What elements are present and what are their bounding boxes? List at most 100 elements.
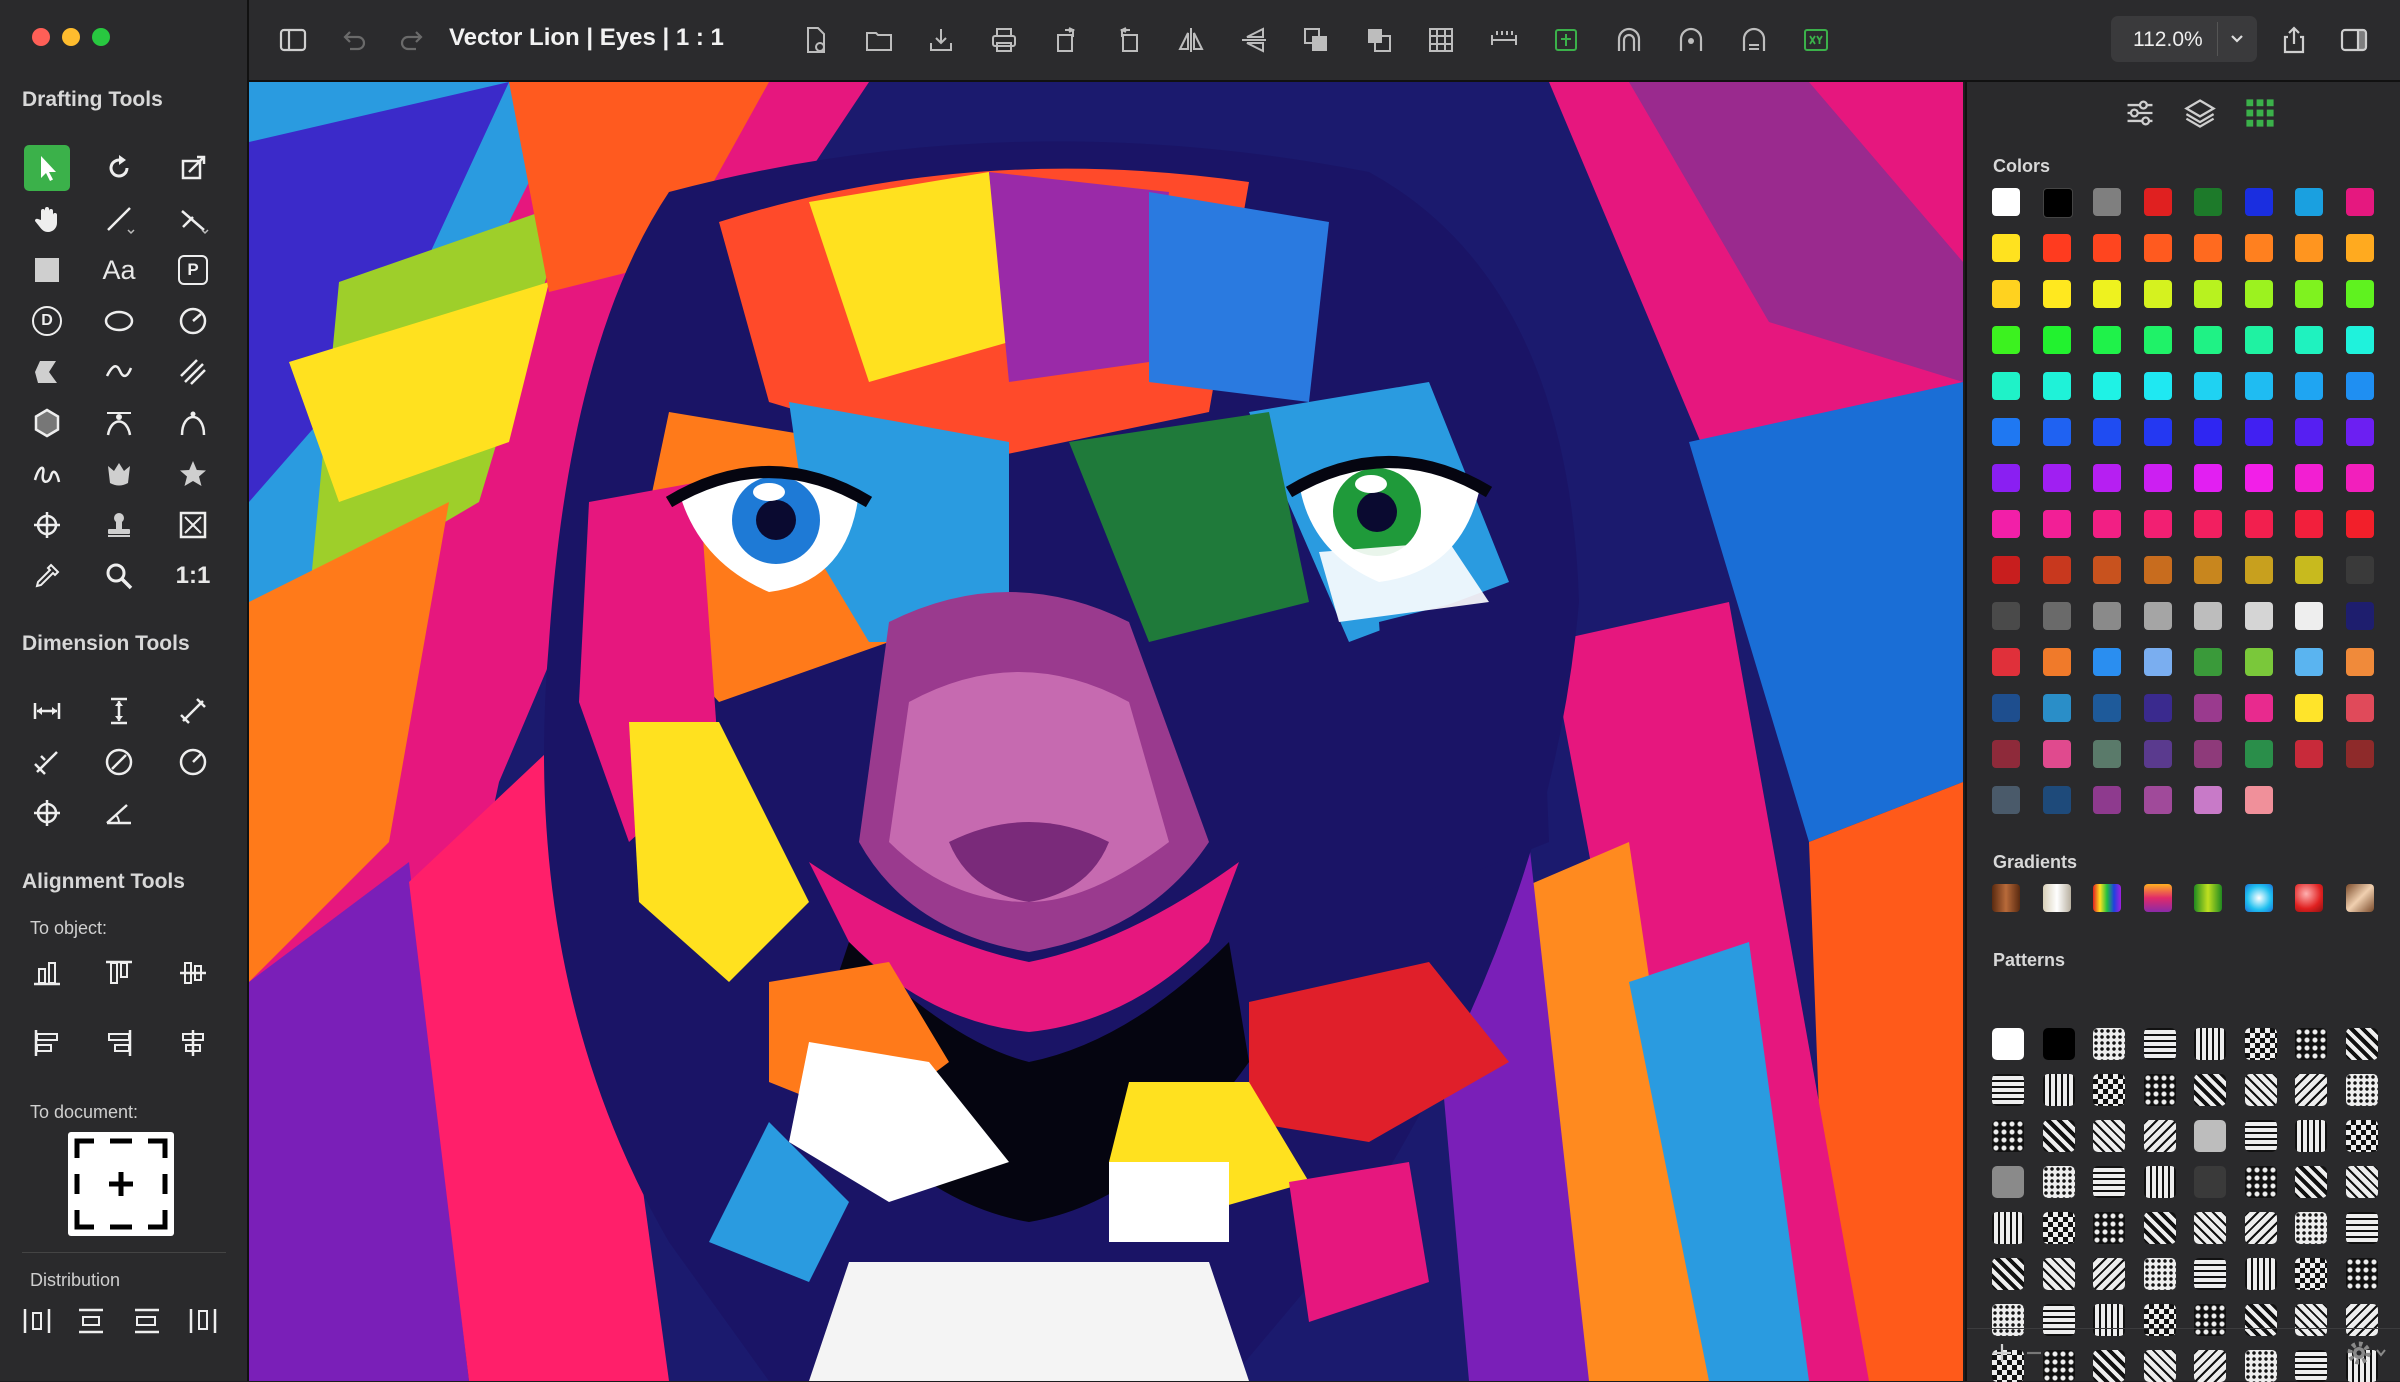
pattern-swatch[interactable] [2093,1350,2125,1382]
horizontal-dimension-tool[interactable] [24,688,70,734]
align-bottom-button[interactable] [24,950,70,996]
color-swatch[interactable] [2295,234,2323,262]
color-swatch[interactable] [2143,602,2172,630]
bronze-gradient[interactable] [2345,884,2374,912]
color-swatch[interactable] [2042,602,2071,630]
color-swatch[interactable] [2345,464,2374,492]
pearl-gradient[interactable] [2042,884,2071,912]
pattern-swatch[interactable] [2244,1350,2277,1382]
swatch-settings-button[interactable] [2345,1338,2391,1368]
color-swatch[interactable] [2143,372,2172,400]
color-swatch[interactable] [2143,740,2172,768]
color-swatch[interactable] [2295,602,2323,630]
pattern-swatch[interactable] [2345,1258,2378,1290]
color-swatch[interactable] [2042,510,2071,538]
angular-dimension-tool[interactable] [24,739,70,785]
snap-grid-button[interactable] [1732,18,1776,62]
color-swatch[interactable] [2143,510,2172,538]
pattern-swatch[interactable] [2244,1120,2277,1152]
pattern-swatch[interactable] [2194,1028,2226,1060]
color-swatch[interactable] [2093,464,2121,492]
pattern-swatch[interactable] [2042,1120,2075,1152]
color-swatch[interactable] [2042,326,2071,354]
align-center-button[interactable] [170,1020,216,1066]
color-swatch[interactable] [2194,464,2222,492]
properties-tab[interactable] [2123,96,2159,132]
color-swatch[interactable] [2295,694,2323,722]
color-swatch[interactable] [2194,326,2222,354]
color-swatch[interactable] [1992,234,2020,262]
color-swatch[interactable] [2244,556,2273,584]
pattern-swatch[interactable] [2244,1074,2277,1106]
distribute-spacing-vertical-button[interactable] [124,1298,170,1344]
color-swatch[interactable] [2093,510,2121,538]
pattern-swatch[interactable] [2295,1028,2327,1060]
pattern-swatch[interactable] [2194,1304,2226,1336]
aligned-dimension-tool[interactable] [170,688,216,734]
color-swatch[interactable] [2295,326,2323,354]
pattern-swatch[interactable] [2194,1166,2226,1198]
color-swatch[interactable] [1992,648,2020,676]
color-swatch[interactable] [2093,280,2121,308]
color-swatch[interactable] [2345,740,2374,768]
pattern-swatch[interactable] [2042,1166,2075,1198]
eyedropper-tool[interactable] [24,553,70,599]
color-swatch[interactable] [2244,648,2273,676]
color-swatch[interactable] [2295,418,2323,446]
color-swatch[interactable] [2042,740,2071,768]
color-swatch[interactable] [2042,786,2071,814]
hatch-tool[interactable] [170,349,216,395]
rotate-right-button[interactable] [1107,18,1151,62]
color-swatch[interactable] [1992,740,2020,768]
color-swatch[interactable] [2143,234,2172,262]
color-swatch[interactable] [2042,280,2071,308]
pattern-swatch[interactable] [2194,1212,2226,1244]
pattern-swatch[interactable] [2244,1212,2277,1244]
hand-tool[interactable] [24,196,70,242]
color-swatch[interactable] [2244,464,2273,492]
pattern-swatch[interactable] [2093,1212,2125,1244]
color-swatch[interactable] [2295,740,2323,768]
color-swatch[interactable] [2295,648,2323,676]
lime-gradient[interactable] [2194,884,2222,912]
toggle-sidebar-button[interactable] [271,18,315,62]
center-mark-tool[interactable] [24,790,70,836]
distribute-horizontal-button[interactable] [14,1298,60,1344]
pattern-swatch[interactable] [1992,1304,2024,1336]
pattern-swatch[interactable] [2244,1166,2277,1198]
color-swatch[interactable] [2244,372,2273,400]
pattern-swatch[interactable] [1992,1166,2024,1198]
d-circle-tool[interactable]: D [24,298,70,344]
color-swatch[interactable] [1992,694,2020,722]
color-swatch[interactable] [1992,280,2020,308]
align-left-button[interactable] [24,1020,70,1066]
pattern-swatch[interactable] [2244,1304,2277,1336]
color-swatch[interactable] [1992,602,2020,630]
color-swatch[interactable] [2143,694,2172,722]
stamp-tool[interactable] [96,502,142,548]
pattern-swatch[interactable] [1992,1028,2024,1060]
color-swatch[interactable] [2194,418,2222,446]
rotate-left-button[interactable] [1044,18,1088,62]
drawing-canvas[interactable] [249,82,1963,1381]
color-swatch[interactable] [2244,234,2273,262]
color-swatch[interactable] [2093,188,2121,216]
pattern-swatch[interactable] [2194,1074,2226,1106]
curve-tool[interactable] [96,349,142,395]
pattern-swatch[interactable] [1992,1120,2024,1152]
pattern-swatch[interactable] [2345,1074,2378,1106]
color-swatch[interactable] [2143,648,2172,676]
color-swatch[interactable] [1992,556,2020,584]
color-swatch[interactable] [2295,280,2323,308]
color-swatch[interactable] [2093,372,2121,400]
pattern-swatch[interactable] [1992,1074,2024,1106]
color-swatch[interactable] [2143,188,2172,216]
color-swatch[interactable] [2042,418,2071,446]
pattern-swatch[interactable] [2143,1074,2176,1106]
sunset-gradient[interactable] [2143,884,2172,912]
ruler-button[interactable] [1482,18,1526,62]
color-swatch[interactable] [2042,648,2071,676]
color-swatch[interactable] [1992,326,2020,354]
color-swatch[interactable] [2143,556,2172,584]
pattern-swatch[interactable] [2143,1028,2176,1060]
